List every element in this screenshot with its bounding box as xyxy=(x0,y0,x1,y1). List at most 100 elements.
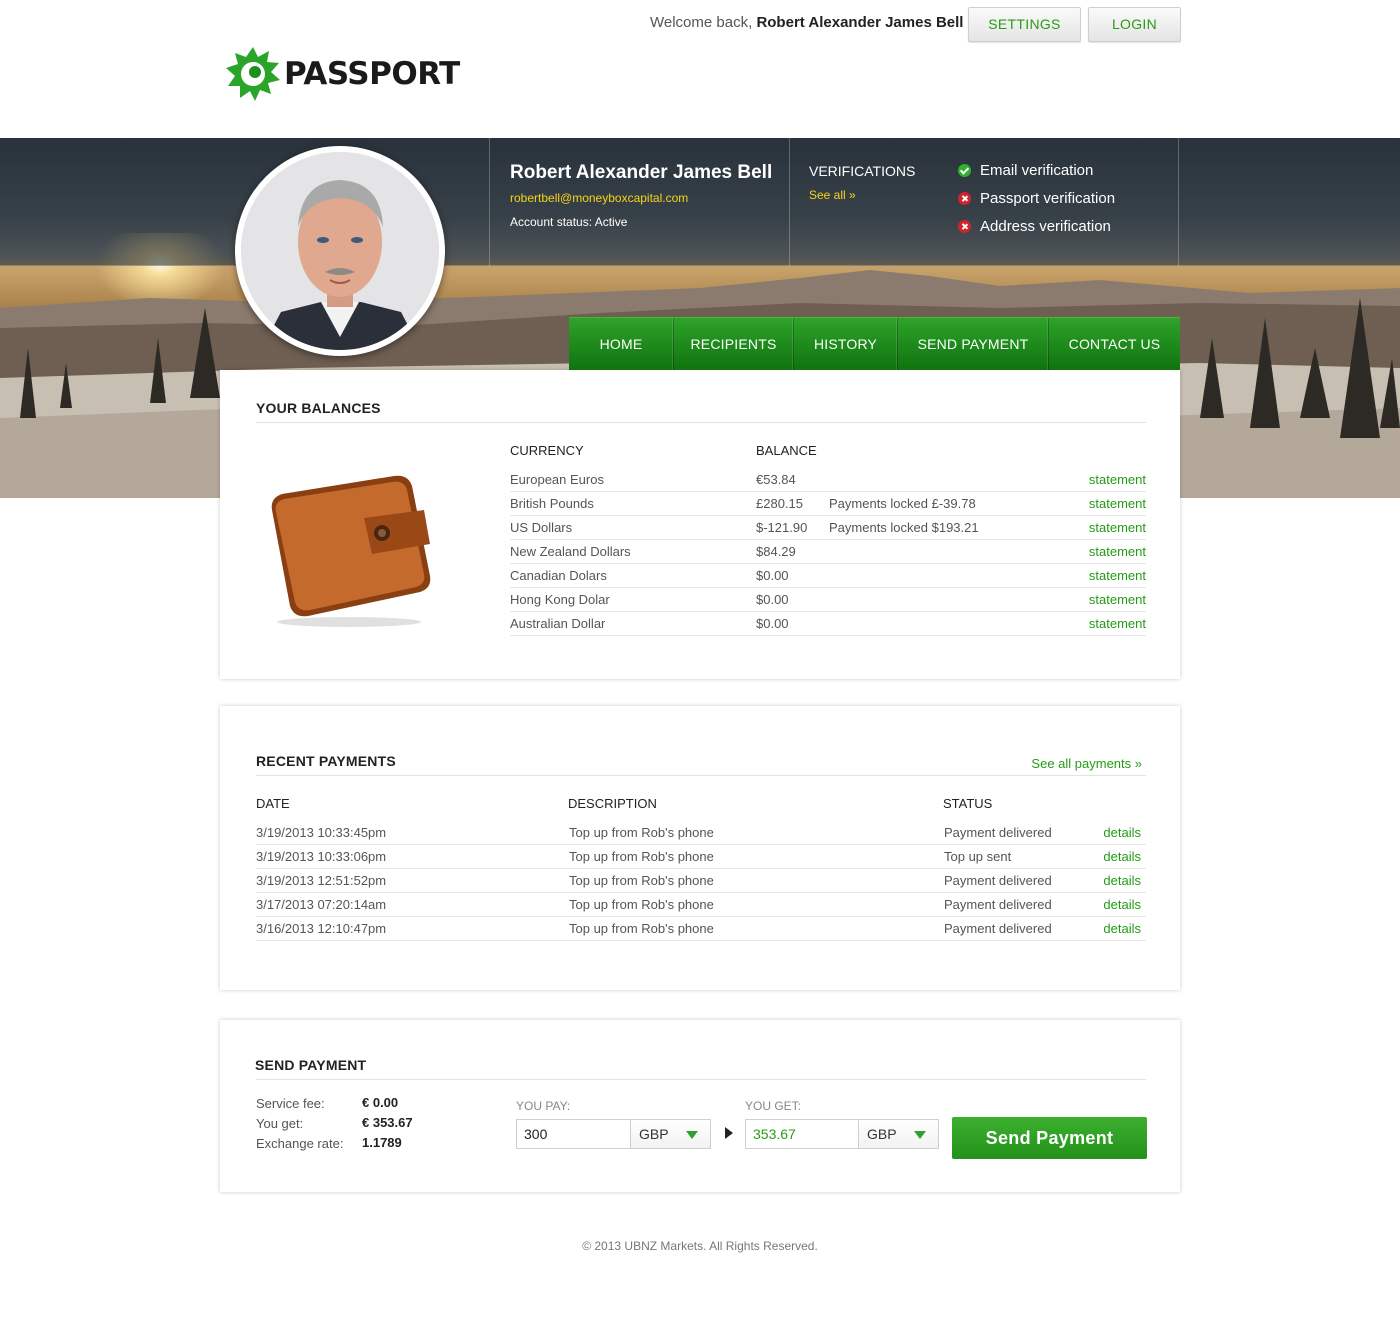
avatar-portrait xyxy=(241,152,439,350)
chevron-down-icon xyxy=(914,1131,926,1139)
balance-note: Payments locked £-39.78 xyxy=(829,496,976,511)
payment-description: Top up from Rob's phone xyxy=(569,873,714,888)
settings-button[interactable]: SETTINGS xyxy=(968,7,1081,42)
login-button[interactable]: LOGIN xyxy=(1088,7,1181,42)
send-payment-panel: SEND PAYMENT Service fee: € 0.00 You get… xyxy=(220,1020,1180,1192)
details-link[interactable]: details xyxy=(1103,897,1141,912)
balance-row: US Dollars $-121.90 Payments locked $193.2… xyxy=(510,516,1146,540)
send-payment-title: SEND PAYMENT xyxy=(255,1057,367,1073)
logo-icon xyxy=(226,47,280,101)
balance-currency: Australian Dollar xyxy=(510,616,606,631)
col-date: DATE xyxy=(256,796,290,811)
payment-date: 3/19/2013 12:51:52pm xyxy=(256,873,387,888)
balance-note: Payments locked $193.21 xyxy=(829,520,979,535)
nav-send-payment[interactable]: SEND PAYMENT xyxy=(898,318,1049,370)
get-amount-input[interactable]: 353.67 xyxy=(745,1119,859,1149)
payment-row: 3/17/2013 07:20:14am Top up from Rob's ph… xyxy=(256,893,1146,917)
send-payment-button[interactable]: Send Payment xyxy=(952,1117,1147,1159)
cross-icon xyxy=(958,192,971,205)
details-link[interactable]: details xyxy=(1103,825,1141,840)
balance-row: Canadian Dolars $0.00 statement xyxy=(510,564,1146,588)
balance-amount: £280.15 xyxy=(756,496,803,511)
balance-row: Hong Kong Dolar $0.00 statement xyxy=(510,588,1146,612)
statement-link[interactable]: statement xyxy=(1089,616,1146,631)
verifications-see-all-link[interactable]: See all » xyxy=(809,188,856,202)
profile-name: Robert Alexander James Bell xyxy=(510,162,773,183)
payment-status: Top up sent xyxy=(944,849,1012,864)
balance-row: British Pounds £280.15 Payments locked £-3… xyxy=(510,492,1146,516)
balance-currency: British Pounds xyxy=(510,496,594,511)
you-get-caption: YOU GET: xyxy=(745,1099,802,1113)
pay-currency-select[interactable]: GBP xyxy=(631,1119,711,1149)
balances-panel: YOUR BALANCES CURRENCY BALANCE European … xyxy=(220,370,1180,679)
logo[interactable]: PASSPORT xyxy=(224,44,460,104)
balance-currency: US Dollars xyxy=(510,520,573,535)
balance-amount: $0.00 xyxy=(756,616,789,631)
verifications-title: VERIFICATIONS xyxy=(809,163,916,179)
see-all-payments-link[interactable]: See all payments » xyxy=(1031,756,1142,771)
profile-info-strip xyxy=(0,138,1400,266)
statement-link[interactable]: statement xyxy=(1089,496,1146,511)
balances-title: YOUR BALANCES xyxy=(256,400,381,416)
you-get-label: You get: xyxy=(256,1116,304,1131)
wallet-icon xyxy=(271,475,431,627)
balance-amount: $0.00 xyxy=(756,592,789,607)
service-fee-label: Service fee: xyxy=(256,1096,325,1111)
arrow-right-icon xyxy=(725,1127,733,1139)
nav-contact-us[interactable]: CONTACT US xyxy=(1049,318,1180,370)
payment-date: 3/16/2013 12:10:47pm xyxy=(256,921,387,936)
balance-currency: Hong Kong Dolar xyxy=(510,592,610,607)
statement-link[interactable]: statement xyxy=(1089,592,1146,607)
balance-amount: $0.00 xyxy=(756,568,789,583)
welcome-text: Welcome back, Robert Alexander James Bel… xyxy=(650,14,964,31)
payment-description: Top up from Rob's phone xyxy=(569,825,714,840)
payment-status: Payment delivered xyxy=(944,873,1052,888)
details-link[interactable]: details xyxy=(1103,849,1141,864)
nav-recipients[interactable]: RECIPIENTS xyxy=(674,318,794,370)
balance-currency: Canadian Dolars xyxy=(510,568,607,583)
payment-row: 3/19/2013 10:33:06pm Top up from Rob's ph… xyxy=(256,845,1146,869)
check-icon xyxy=(958,164,971,177)
payment-row: 3/19/2013 10:33:45pm Top up from Rob's ph… xyxy=(256,821,1146,845)
footer-copyright: © 2013 UBNZ Markets. All Rights Reserved… xyxy=(582,1239,818,1253)
balance-amount: $84.29 xyxy=(756,544,796,559)
payments-title: RECENT PAYMENTS xyxy=(256,753,396,769)
exchange-rate-value: 1.1789 xyxy=(362,1135,402,1150)
statement-link[interactable]: statement xyxy=(1089,520,1146,535)
cross-icon xyxy=(958,220,971,233)
balance-row: Australian Dollar $0.00 statement xyxy=(510,612,1146,636)
nav-history[interactable]: HISTORY xyxy=(794,318,898,370)
you-pay-caption: YOU PAY: xyxy=(516,1099,571,1113)
col-status: STATUS xyxy=(943,796,993,811)
payment-date: 3/19/2013 10:33:06pm xyxy=(256,849,387,864)
payment-date: 3/17/2013 07:20:14am xyxy=(256,897,387,912)
statement-link[interactable]: statement xyxy=(1089,544,1146,559)
chevron-down-icon xyxy=(686,1131,698,1139)
balance-amount: €53.84 xyxy=(756,472,796,487)
balance-currency: New Zealand Dollars xyxy=(510,544,631,559)
balance-amount: $-121.90 xyxy=(756,520,808,535)
payment-status: Payment delivered xyxy=(944,897,1052,912)
avatar[interactable] xyxy=(235,146,445,356)
payment-status: Payment delivered xyxy=(944,921,1052,936)
profile-email[interactable]: robertbell@moneyboxcapital.com xyxy=(510,191,688,205)
payment-description: Top up from Rob's phone xyxy=(569,849,714,864)
logo-text: PASSPORT xyxy=(284,56,460,92)
col-balance: BALANCE xyxy=(756,443,817,458)
payment-row: 3/19/2013 12:51:52pm Top up from Rob's ph… xyxy=(256,869,1146,893)
payment-description: Top up from Rob's phone xyxy=(569,897,714,912)
details-link[interactable]: details xyxy=(1103,873,1141,888)
payment-status: Payment delivered xyxy=(944,825,1052,840)
details-link[interactable]: details xyxy=(1103,921,1141,936)
account-status: Account status: Active xyxy=(510,215,628,229)
verification-item-email: Email verification xyxy=(958,162,1093,179)
statement-link[interactable]: statement xyxy=(1089,472,1146,487)
balance-row: European Euros €53.84 statement xyxy=(510,468,1146,492)
nav-home[interactable]: HOME xyxy=(569,318,674,370)
col-description: DESCRIPTION xyxy=(568,796,657,811)
pay-amount-input[interactable]: 300 xyxy=(516,1119,631,1149)
statement-link[interactable]: statement xyxy=(1089,568,1146,583)
exchange-rate-label: Exchange rate: xyxy=(256,1136,344,1151)
get-currency-select[interactable]: GBP xyxy=(859,1119,939,1149)
main-nav: HOME RECIPIENTS HISTORY SEND PAYMENT CON… xyxy=(569,317,1180,370)
